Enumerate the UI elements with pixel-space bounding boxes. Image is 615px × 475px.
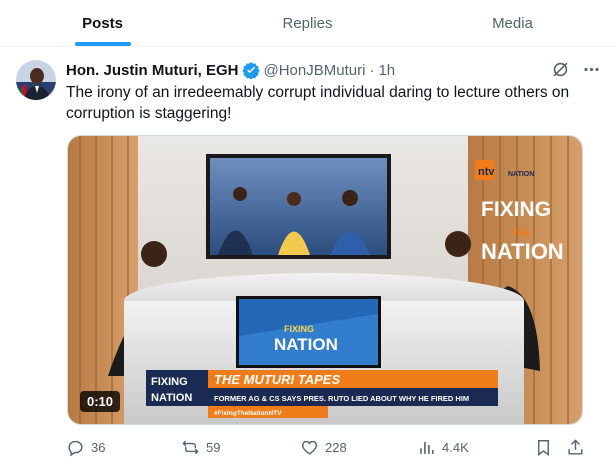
header-actions [551, 60, 601, 83]
post-header: Hon. Justin Muturi, EGH @HonJBMuturi · 1… [66, 60, 601, 80]
post-time[interactable]: 1h [378, 62, 395, 79]
more-options-icon[interactable] [582, 60, 601, 83]
share-button[interactable] [566, 438, 585, 457]
hashtag: #FixingTheNationNTV [214, 410, 282, 417]
heart-icon [301, 440, 318, 455]
show-title-line1: FIXING [481, 198, 551, 221]
repost-button[interactable]: 59 [181, 438, 220, 457]
post-text: The irony of an irredeemably corrupt ind… [66, 84, 570, 122]
header-separator: · [369, 61, 375, 79]
tab-posts-label: Posts [82, 14, 123, 32]
views-count: 4.4K [442, 440, 469, 455]
lower-third-show-line1: FIXING [151, 376, 188, 388]
author-name[interactable]: Hon. Justin Muturi, EGH [66, 62, 239, 79]
author-handle[interactable]: @HonJBMuturi [264, 62, 366, 79]
channel-logo: ntv [478, 166, 495, 178]
tab-media[interactable]: Media [410, 0, 615, 46]
show-title-line2: THE [511, 228, 531, 239]
post-actions: 36 59 228 4.4K [62, 434, 592, 462]
profile-tabs: Posts Replies Media [0, 0, 615, 47]
lower-third-show-line2: NATION [151, 392, 192, 404]
video-player[interactable]: FIXING NATION FIXING THE NATION ntv NATI… [67, 135, 583, 425]
tab-replies-label: Replies [282, 14, 333, 32]
desk-logo-line1: FIXING [284, 324, 314, 334]
active-tab-indicator [74, 42, 131, 46]
views-button[interactable]: 4.4K [417, 438, 469, 457]
tab-posts[interactable]: Posts [0, 0, 205, 46]
reply-button[interactable]: 36 [66, 438, 105, 457]
video-frame: FIXING NATION FIXING THE NATION ntv NATI… [68, 136, 582, 424]
verified-badge-icon [241, 61, 260, 80]
channel-sub-logo: NATION [508, 171, 534, 178]
tab-media-label: Media [492, 14, 533, 32]
post[interactable]: Hon. Justin Muturi, EGH @HonJBMuturi · 1… [0, 48, 615, 475]
bookmark-icon [538, 440, 549, 457]
share-icon [568, 439, 583, 455]
lower-third-subtitle: FORMER AG & CS SAYS PRES. RUTO LIED ABOU… [214, 394, 469, 403]
video-duration: 0:10 [80, 391, 121, 412]
repost-count: 59 [206, 440, 221, 455]
repost-icon [182, 440, 199, 455]
like-count: 228 [325, 440, 347, 455]
bookmark-button[interactable] [534, 438, 553, 457]
reply-icon [68, 440, 83, 457]
reply-count: 36 [91, 440, 106, 455]
like-button[interactable]: 228 [300, 438, 347, 457]
views-chart-icon [420, 441, 434, 454]
tab-replies[interactable]: Replies [205, 0, 410, 46]
lower-third-title: THE MUTURI TAPES [214, 372, 340, 387]
desk-logo-line2: NATION [274, 335, 338, 354]
show-title-line3: NATION [481, 239, 564, 264]
grok-icon[interactable] [551, 60, 570, 83]
avatar[interactable] [16, 60, 56, 100]
